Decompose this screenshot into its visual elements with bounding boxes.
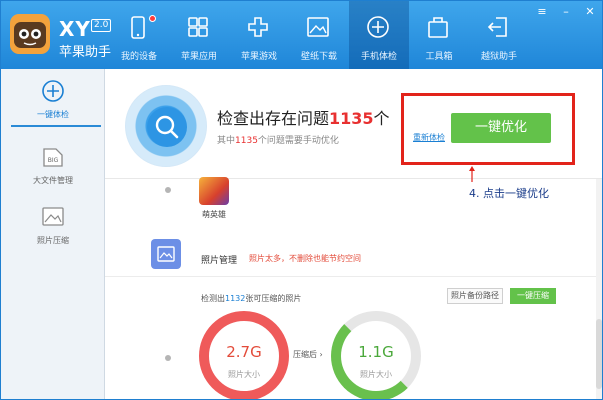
sidebar-item-label: 大文件管理 — [33, 176, 73, 185]
one-click-optimize-button[interactable]: 一键优化 — [451, 113, 551, 143]
magnifier-icon — [155, 115, 179, 139]
compressible-count: 1132 — [225, 294, 246, 303]
after-size-value: 1.1G — [358, 343, 394, 361]
one-click-compress-button[interactable]: 一键压缩 — [510, 288, 556, 304]
nav-label: 苹果应用 — [180, 52, 217, 62]
file-icon: BIG — [43, 148, 63, 167]
annotation-arrow-icon — [469, 166, 475, 182]
toolbox-icon — [428, 17, 448, 38]
app-logo-icon — [10, 14, 50, 54]
exit-icon — [487, 17, 507, 37]
sidebar-item-photo-compress[interactable]: 照片压缩 — [1, 195, 105, 253]
svg-text:BIG: BIG — [48, 157, 59, 164]
nav-label: 苹果游戏 — [240, 52, 277, 62]
scan-status-graphic — [125, 85, 207, 167]
minimize-icon[interactable]: – — [560, 5, 572, 18]
nav-phone-checkup[interactable]: 手机体检 — [349, 1, 409, 69]
nav-label: 工具箱 — [425, 52, 453, 62]
scan-result-subtitle: 其中1135个问题需要手动优化 — [217, 136, 339, 146]
settings-icon[interactable]: ≡ — [536, 5, 548, 18]
nav-label: 手机体检 — [360, 52, 397, 62]
annotation-text: 4. 点击一键优化 — [469, 187, 549, 200]
scrollbar[interactable] — [596, 179, 602, 399]
plus-circle-icon — [367, 16, 389, 38]
sidebar-item-label: 照片压缩 — [37, 236, 69, 245]
nav-jailbreak[interactable]: 越狱助手 — [469, 1, 529, 69]
gamepad-icon — [248, 17, 268, 37]
before-size-ring: 2.7G 照片大小 — [199, 311, 289, 399]
nav-label: 越狱助手 — [480, 52, 517, 62]
scrollbar-thumb[interactable] — [596, 319, 602, 389]
before-size-value: 2.7G — [226, 343, 262, 361]
bullet-icon — [165, 355, 171, 361]
nav-label: 壁纸下载 — [300, 52, 337, 62]
before-size-label: 照片大小 — [228, 370, 260, 379]
top-nav: 我的设备 苹果应用 苹果游戏 壁纸下载 手机体检 工具箱 越狱助手 — [109, 1, 529, 69]
title-bar: XY 2.0 苹果助手 我的设备 苹果应用 苹果游戏 壁纸下载 手机体检 工具箱… — [1, 1, 602, 69]
app-title: 苹果助手 — [59, 45, 112, 60]
main-panel: 检查出存在问题1135个 其中1135个问题需要手动优化 重新体检 一键优化 4… — [105, 69, 602, 399]
phone-icon — [131, 16, 145, 39]
brand-name: XY — [59, 17, 91, 41]
photo-section-note: 照片太多，不删除也能节约空间 — [249, 254, 361, 263]
after-size-ring: 1.1G 照片大小 — [331, 311, 421, 399]
plus-circle-icon — [42, 80, 64, 102]
image-icon — [42, 207, 64, 226]
issue-count: 1135 — [329, 109, 374, 128]
app-window: XY 2.0 苹果助手 我的设备 苹果应用 苹果游戏 壁纸下载 手机体检 工具箱… — [0, 0, 603, 400]
sidebar-item-one-click-check[interactable]: 一键体检 — [1, 69, 105, 127]
image-icon — [157, 246, 175, 262]
after-size-label: 照片大小 — [360, 370, 392, 379]
scan-result-title: 检查出存在问题1135个 — [217, 109, 390, 128]
image-icon — [307, 17, 329, 37]
sidebar: 一键体检 BIG 大文件管理 照片压缩 — [1, 69, 105, 399]
notification-dot — [149, 15, 156, 22]
bullet-icon — [165, 187, 171, 193]
nav-apple-apps[interactable]: 苹果应用 — [169, 1, 229, 69]
nav-apple-games[interactable]: 苹果游戏 — [229, 1, 289, 69]
app-thumbnail — [199, 177, 229, 205]
after-compress-label: 压缩后 › — [293, 350, 323, 359]
apps-grid-icon — [188, 17, 208, 37]
compressible-photos-text: 检测出1132张可压缩的照片 — [201, 294, 302, 303]
photo-backup-path-button[interactable]: 照片备份路径 — [447, 288, 503, 304]
photo-section-header: 照片管理 照片太多，不删除也能节约空间 — [105, 229, 602, 277]
nav-my-device[interactable]: 我的设备 — [109, 1, 169, 69]
window-controls: ≡ – ✕ — [536, 5, 596, 18]
scan-summary: 检查出存在问题1135个 其中1135个问题需要手动优化 重新体检 一键优化 — [105, 69, 602, 179]
photo-section-title: 照片管理 — [201, 256, 238, 266]
rescan-link[interactable]: 重新体检 — [413, 132, 445, 143]
nav-label: 我的设备 — [120, 52, 157, 62]
sidebar-item-large-files[interactable]: BIG 大文件管理 — [1, 135, 105, 193]
nav-wallpaper[interactable]: 壁纸下载 — [289, 1, 349, 69]
app-name: 萌英雄 — [202, 210, 226, 219]
close-icon[interactable]: ✕ — [584, 5, 596, 18]
nav-toolbox[interactable]: 工具箱 — [409, 1, 469, 69]
sidebar-item-label: 一键体检 — [37, 110, 69, 119]
